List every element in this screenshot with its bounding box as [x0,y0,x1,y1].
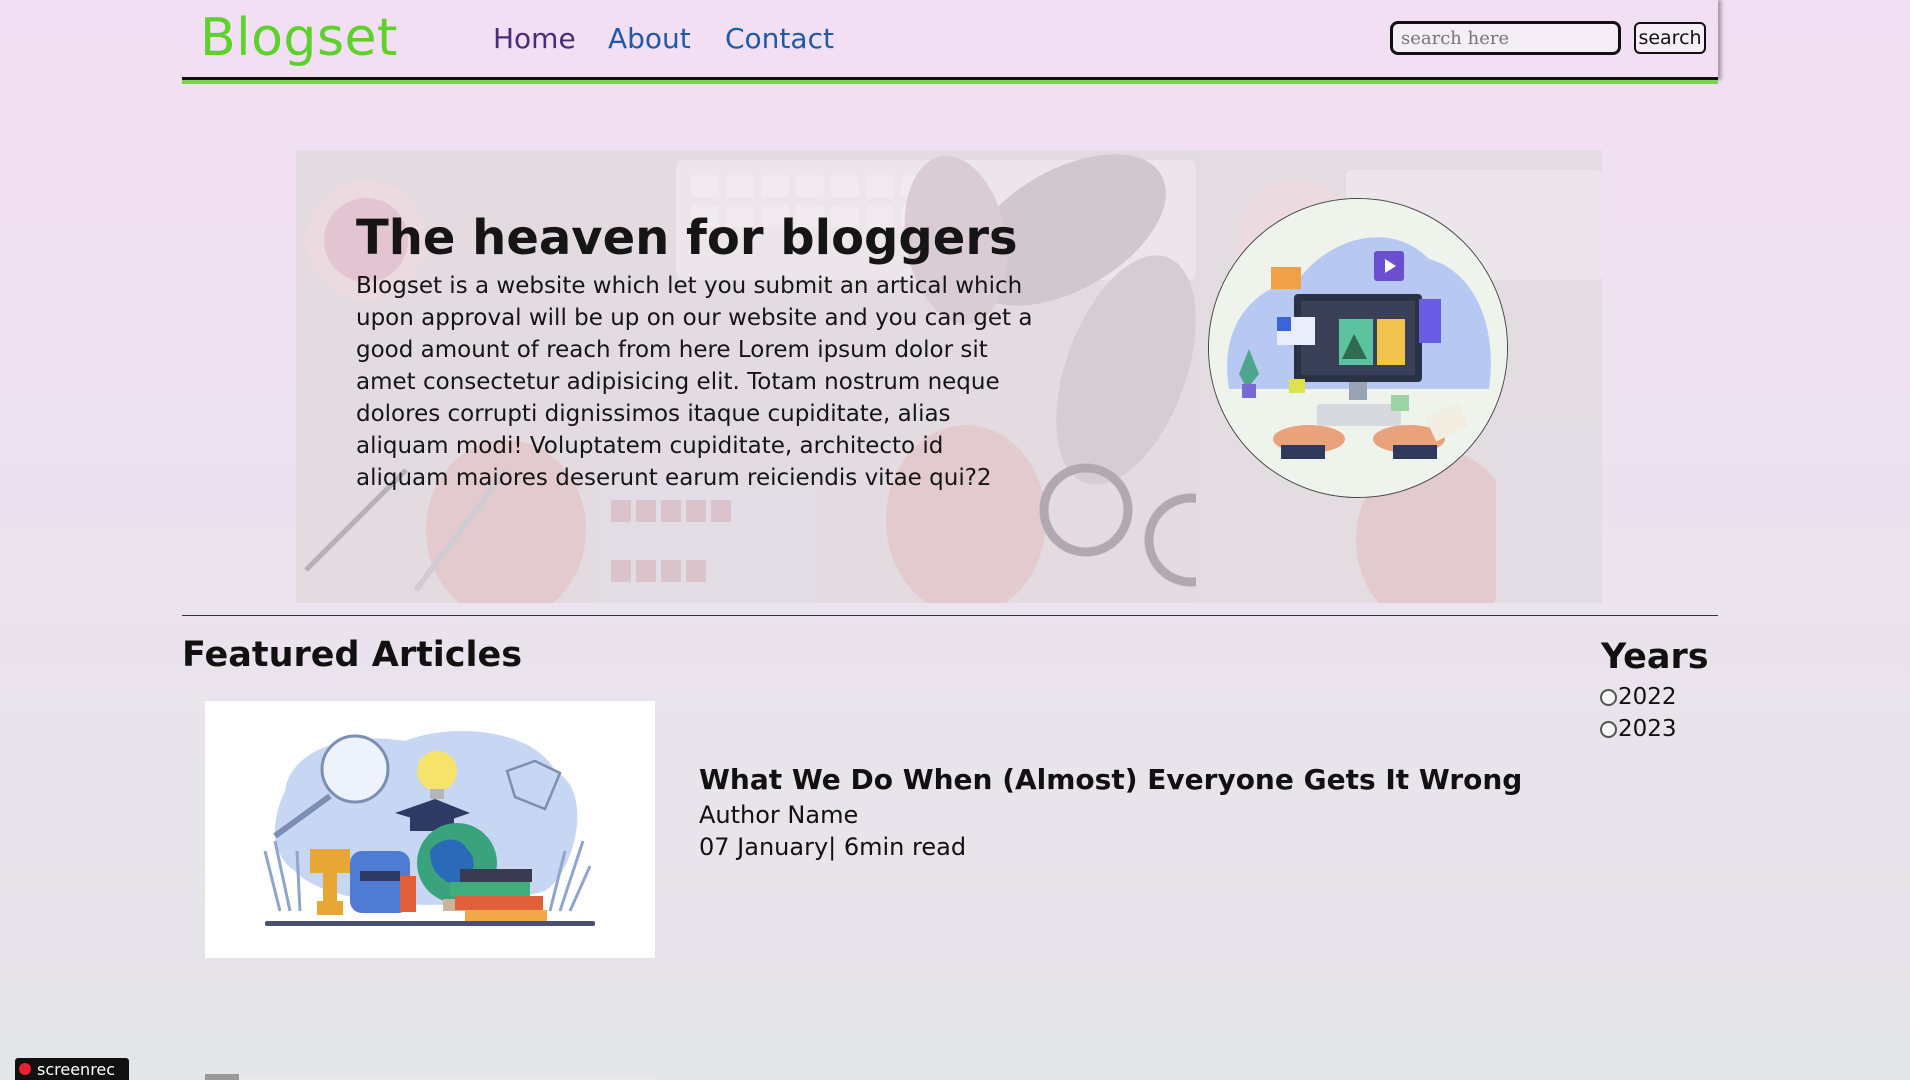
year-label: 2023 [1618,716,1677,742]
screenrec-label: screenrec [37,1059,116,1079]
article-title[interactable]: What We Do When (Almost) Everyone Gets I… [699,763,1522,796]
developer-illustration [1208,198,1508,498]
article-author: Author Name [699,801,859,829]
year-option-2022[interactable]: 2022 [1600,684,1677,710]
nav-link-home[interactable]: Home [493,22,576,55]
education-illustration-icon [205,701,655,958]
site-logo[interactable]: Blogset [200,8,398,68]
screenrec-badge: screenrec [15,1058,129,1080]
next-article-thumbnail-edge [205,1074,655,1080]
search-input[interactable] [1390,21,1621,55]
nav-link-about[interactable]: About [608,22,691,55]
year-option-2023[interactable]: 2023 [1600,716,1677,742]
hero-title: The heaven for bloggers [356,210,1018,266]
next-article-thumbnail-edge-dark [205,1074,239,1080]
year-label: 2022 [1618,684,1677,710]
article-thumbnail[interactable] [205,701,655,958]
radio-button[interactable] [1600,720,1617,738]
record-dot-icon [19,1063,31,1075]
years-heading: Years [1601,637,1709,677]
search-button[interactable]: search [1634,22,1706,54]
nav-link-contact[interactable]: Contact [725,22,834,55]
featured-articles-heading: Featured Articles [182,635,523,675]
hero-banner: The heaven for bloggers Blogset is a web… [296,150,1602,603]
computer-illustration-icon [1209,199,1507,497]
radio-button[interactable] [1600,688,1617,706]
hero-description: Blogset is a website which let you submi… [356,273,1033,491]
section-divider [182,615,1718,616]
navbar: Blogset Home About Contact search [182,0,1718,80]
article-meta: 07 January| 6min read [699,833,967,861]
